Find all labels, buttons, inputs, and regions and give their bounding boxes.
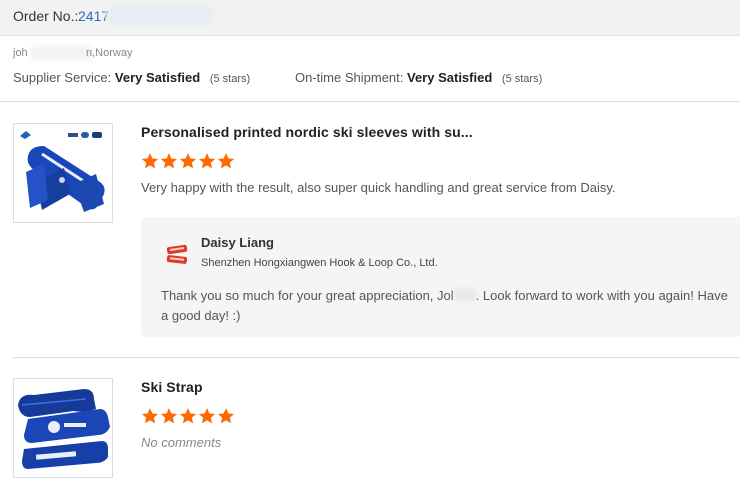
supplier-service-rating: Supplier Service: Very Satisfied (5 star… — [13, 70, 250, 85]
buyer-name-redaction — [30, 46, 94, 60]
product-2-title[interactable]: Ski Strap — [141, 379, 203, 395]
star-icon — [160, 408, 178, 424]
supplier-logo-icon — [166, 244, 188, 264]
supplier-reply: Daisy Liang Shenzhen Hongxiangwen Hook &… — [141, 217, 740, 337]
product-1-stars — [141, 152, 235, 170]
product-1-thumbnail[interactable] — [13, 123, 113, 223]
reply-company-name: Shenzhen Hongxiangwen Hook & Loop Co., L… — [201, 257, 438, 269]
star-icon — [217, 153, 235, 169]
shipment-label: On-time Shipment: — [295, 70, 404, 85]
product-divider — [13, 357, 740, 358]
order-number-redaction — [106, 5, 214, 25]
supplier-service-value: Very Satisfied — [114, 70, 201, 85]
shipment-rating: On-time Shipment: Very Satisfied (5 star… — [295, 70, 542, 85]
star-icon — [179, 408, 197, 424]
ski-strap-product-image — [14, 379, 112, 477]
order-label: Order No.: — [13, 8, 79, 24]
product-1-title[interactable]: Personalised printed nordic ski sleeves … — [141, 124, 473, 140]
product-2-thumbnail[interactable] — [13, 378, 113, 478]
section-divider — [0, 101, 740, 102]
buyer-name-prefix: joh — [13, 47, 28, 59]
product-2-review: No comments — [141, 435, 222, 450]
supplier-service-label: Supplier Service: — [13, 70, 112, 85]
reply-author-name: Daisy Liang — [201, 235, 274, 250]
star-icon — [198, 153, 216, 169]
product-1-review: Very happy with the result, also super q… — [141, 180, 616, 195]
star-icon — [198, 408, 216, 424]
buyer-country: n,Norway — [86, 47, 133, 59]
product-2-stars — [141, 407, 235, 425]
supplier-service-stars: (5 stars) — [209, 73, 251, 85]
star-icon — [217, 408, 235, 424]
star-icon — [141, 408, 159, 424]
reply-name-redaction — [453, 288, 476, 302]
shipment-value: Very Satisfied — [407, 70, 493, 85]
star-icon — [179, 153, 197, 169]
order-header: Order No.: 2417 — [0, 0, 740, 36]
reply-message: Thank you so much for your great appreci… — [161, 286, 731, 326]
reply-message-start: Thank you so much for your great appreci… — [161, 288, 454, 303]
order-number-link[interactable]: 2417 — [78, 8, 109, 24]
shipment-stars: (5 stars) — [501, 73, 543, 85]
star-icon — [141, 153, 159, 169]
ski-sleeve-product-image — [14, 124, 112, 222]
star-icon — [160, 153, 178, 169]
